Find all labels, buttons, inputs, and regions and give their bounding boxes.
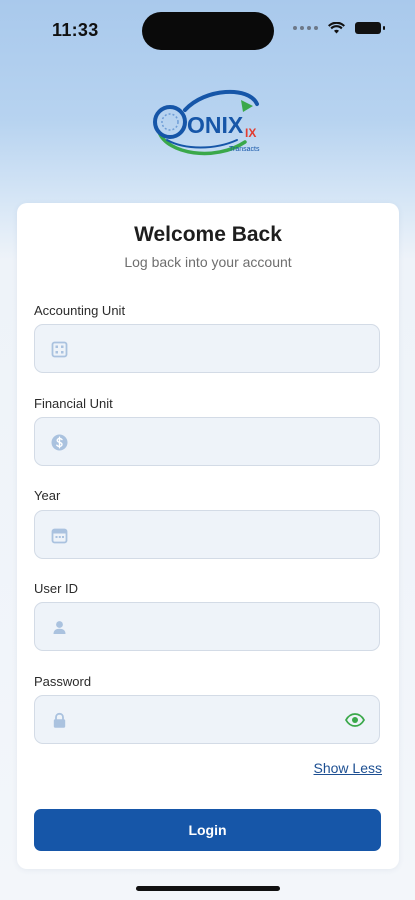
logo-tagline: Transacts — [229, 146, 260, 153]
logo-wordmark: ONIX — [187, 112, 244, 138]
year-label: Year — [34, 488, 61, 503]
wifi-icon — [328, 22, 345, 34]
page-subtitle: Log back into your account — [124, 254, 292, 270]
eye-icon[interactable] — [345, 713, 365, 727]
logo-suffix: IX — [245, 126, 256, 140]
user-icon — [53, 621, 66, 634]
year-input[interactable] — [79, 511, 353, 560]
year-field[interactable] — [34, 510, 380, 560]
status-icons — [293, 22, 385, 34]
login-button[interactable]: Login — [34, 809, 381, 851]
accounting-unit-label: Accounting Unit — [34, 303, 126, 318]
dollar-circle-icon — [51, 434, 68, 451]
page-title: Welcome Back — [134, 223, 282, 246]
password-input[interactable] — [79, 696, 353, 745]
user-id-input[interactable] — [79, 603, 353, 652]
user-id-label: User ID — [34, 581, 79, 596]
signal-dots-icon — [293, 26, 318, 30]
battery-icon — [355, 22, 385, 34]
calendar-icon — [51, 528, 68, 544]
dynamic-island — [142, 12, 274, 50]
financial-unit-field[interactable] — [34, 417, 380, 467]
accounting-unit-field[interactable] — [34, 324, 380, 374]
onix-logo: ONIX IX Transacts — [145, 88, 275, 166]
status-time: 11:33 — [52, 20, 99, 40]
password-field[interactable] — [34, 695, 380, 745]
password-label: Password — [34, 674, 92, 689]
financial-unit-label: Financial Unit — [34, 396, 113, 411]
show-less-link[interactable]: Show Less — [314, 760, 382, 776]
financial-unit-input[interactable] — [79, 418, 353, 467]
home-indicator — [136, 886, 280, 891]
user-id-field[interactable] — [34, 602, 380, 652]
building-icon — [51, 341, 68, 358]
lock-icon — [53, 712, 66, 728]
accounting-unit-input[interactable] — [79, 325, 353, 374]
status-bar: 11:33 — [0, 0, 415, 60]
login-card: Welcome Back Log back into your account … — [17, 203, 399, 869]
